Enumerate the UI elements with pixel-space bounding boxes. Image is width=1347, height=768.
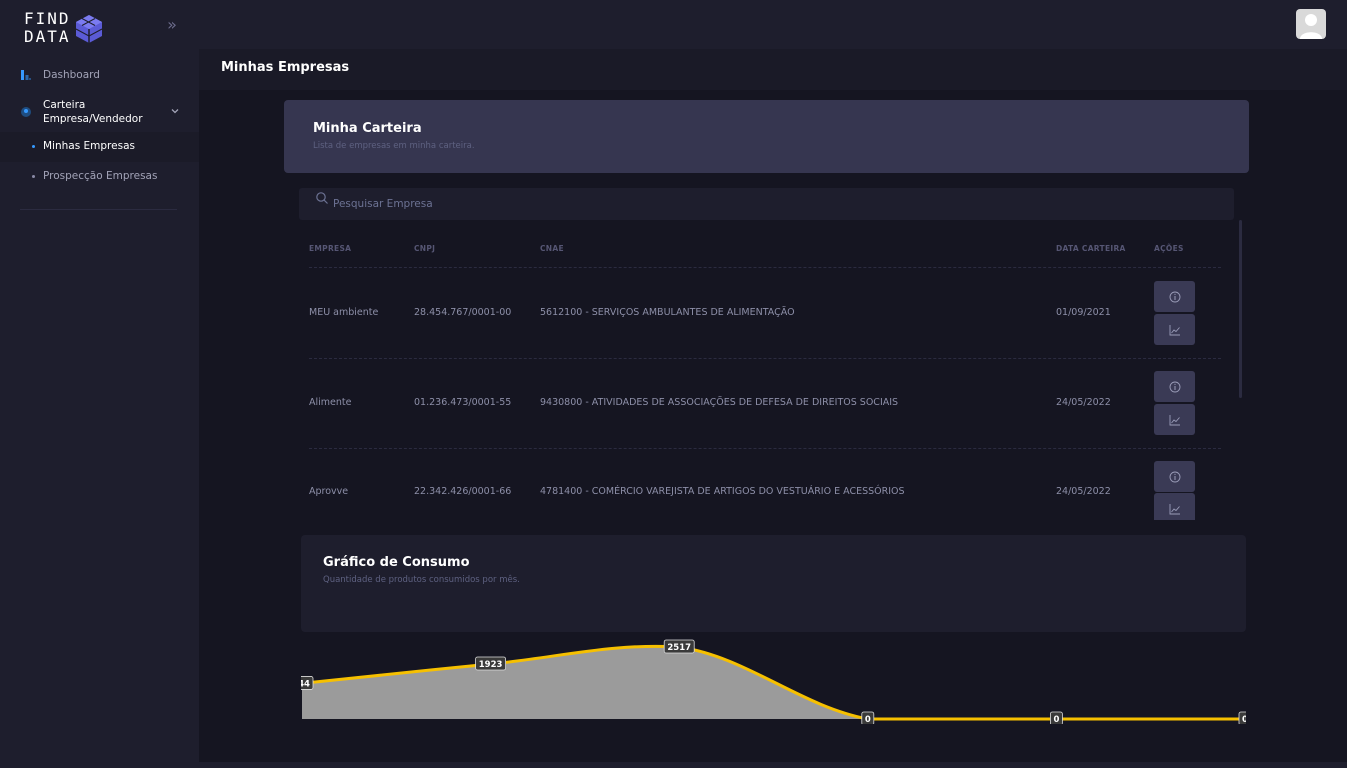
page-title: Minhas Empresas [221,60,350,75]
chevron-double-right-icon[interactable]: » [163,16,181,34]
chart-line-icon [1169,503,1180,514]
chart-data-label: 0 [861,711,875,724]
consumption-chart-button[interactable] [1154,314,1195,345]
chart-data-label: 2517 [663,639,695,654]
cell-cnpj: 22.342.426/0001-66 [414,486,512,497]
sidebar-item-label: Carteira Empresa/Vendedor [43,99,143,125]
sidebar-subitem-prospeccao-empresas[interactable]: Prospecção Empresas [0,162,199,192]
column-header-cnpj[interactable]: CNPJ [414,244,435,253]
cell-data-carteira: 24/05/2022 [1056,397,1111,408]
chart-line-icon [1169,324,1180,335]
chart-data-label: 0 [1238,711,1246,724]
logo-line-1: FIND [24,9,71,28]
footer [199,762,1347,768]
svg-text:2517: 2517 [667,643,691,653]
cell-cnpj: 01.236.473/0001-55 [414,397,512,408]
table-scrollbar[interactable] [1239,220,1242,398]
chart-data-label: 44 [301,676,314,690]
info-button[interactable] [1154,371,1195,402]
bullet-dot-icon [32,175,35,178]
cube-logo-icon [75,15,103,43]
consumption-chart-button[interactable] [1154,404,1195,435]
empresas-table: EMPRESA CNPJ CNAE DATA CARTEIRA AÇÕES ME… [299,220,1241,520]
cell-cnae: 9430800 - ATIVIDADES DE ASSOCIAÇÕES DE D… [540,397,899,408]
user-silhouette-icon [1300,14,1322,39]
user-avatar-icon[interactable] [1296,9,1326,39]
column-header-cnae[interactable]: CNAE [540,244,564,253]
chart-data-label: 1923 [475,656,507,671]
consumo-card-header: Gráfico de Consumo Quantidade de produto… [301,535,1246,632]
column-header-empresa[interactable]: EMPRESA [309,244,351,253]
info-button[interactable] [1154,281,1195,312]
cell-empresa: Aprovve [309,486,349,497]
sidebar-subitem-label: Prospecção Empresas [43,170,158,182]
cell-data-carteira: 24/05/2022 [1056,486,1111,497]
row-divider [309,267,1221,268]
info-icon [1169,471,1180,482]
column-header-acoes: AÇÕES [1154,244,1184,253]
chart-line-icon [1169,414,1180,425]
sidebar-item-carteira[interactable]: Carteira Empresa/Vendedor [0,96,199,128]
consumo-title: Gráfico de Consumo [323,555,470,570]
topbar [199,0,1347,49]
carteira-title: Minha Carteira [313,121,422,136]
info-button[interactable] [1154,461,1195,492]
subheader: Minhas Empresas [199,49,1347,90]
cell-cnpj: 28.454.767/0001-00 [414,307,512,318]
sidebar-item-label: Dashboard [43,69,100,81]
consumption-area-chart: 44 1923 2517 0 0 0 [301,639,1246,724]
column-header-data-carteira[interactable]: DATA CARTEIRA [1056,244,1126,253]
svg-text:44: 44 [301,679,310,689]
wallet-icon [21,107,31,117]
chevron-down-icon [171,109,179,114]
search-icon [316,192,328,204]
bullet-dot-icon [32,145,35,148]
chart-data-label: 0 [1050,711,1063,724]
consumo-subtitle: Quantidade de produtos consumidos por mê… [323,575,520,585]
svg-text:0: 0 [1053,715,1059,724]
search-box [299,188,1234,220]
carteira-card-header: Minha Carteira Lista de empresas em minh… [284,100,1249,173]
info-icon [1169,291,1180,302]
search-input[interactable] [333,195,1213,213]
svg-text:1923: 1923 [479,660,503,670]
logo-line-2: DATA [24,27,71,46]
cell-data-carteira: 01/09/2021 [1056,307,1111,318]
svg-text:0: 0 [865,715,871,724]
dashboard-icon [21,70,31,80]
cell-empresa: MEU ambiente [309,307,379,318]
sidebar-subitem-minhas-empresas[interactable]: Minhas Empresas [0,132,199,162]
sidebar-subitem-label: Minhas Empresas [43,140,135,152]
row-divider [309,448,1221,449]
info-icon [1169,381,1180,392]
cell-empresa: Alimente [309,397,352,408]
row-divider [309,358,1221,359]
sidebar: FIND DATA » Dashboard Carteira Empresa/V… [0,0,199,768]
sidebar-item-dashboard[interactable]: Dashboard [0,66,199,84]
cell-cnae: 5612100 - SERVIÇOS AMBULANTES DE ALIMENT… [540,307,795,318]
cell-cnae: 4781400 - COMÉRCIO VAREJISTA DE ARTIGOS … [540,486,905,497]
svg-text:0: 0 [1242,715,1246,724]
carteira-subtitle: Lista de empresas em minha carteira. [313,141,475,151]
logo[interactable]: FIND DATA [24,10,104,48]
consumption-chart-button[interactable] [1154,493,1195,520]
sidebar-divider [20,209,177,210]
logo-text: FIND DATA [24,10,71,46]
